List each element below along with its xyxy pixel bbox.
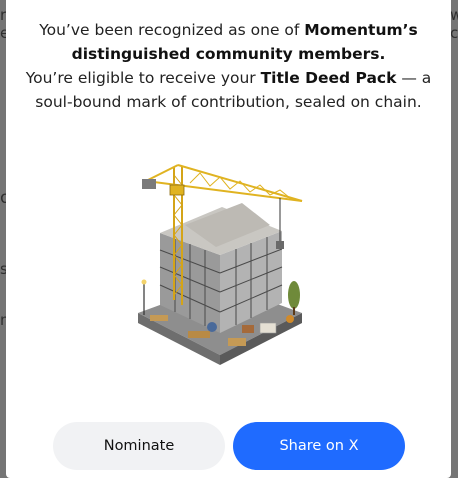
message-text: You’ve been recognized as one of <box>39 21 305 39</box>
community-name: Momentum’s <box>304 21 418 39</box>
reward-name: Title Deed Pack <box>260 69 397 87</box>
message-text: You’re eligible to receive your <box>25 69 261 87</box>
message-text: — a <box>396 69 432 87</box>
background-text-fragment: w <box>450 6 458 24</box>
background-text-fragment: c <box>450 24 458 42</box>
member-status: distinguished community members. <box>71 45 386 63</box>
share-on-x-button[interactable]: Share on X <box>233 422 405 470</box>
construction-building-illustration <box>138 164 303 365</box>
message-text: soul-bound mark of contribution, sealed … <box>35 93 422 111</box>
nominate-button[interactable]: Nominate <box>53 422 225 470</box>
recognition-modal: You’ve been recognized as one of Momentu… <box>6 0 451 478</box>
recognition-message: You’ve been recognized as one of Momentu… <box>20 18 437 114</box>
